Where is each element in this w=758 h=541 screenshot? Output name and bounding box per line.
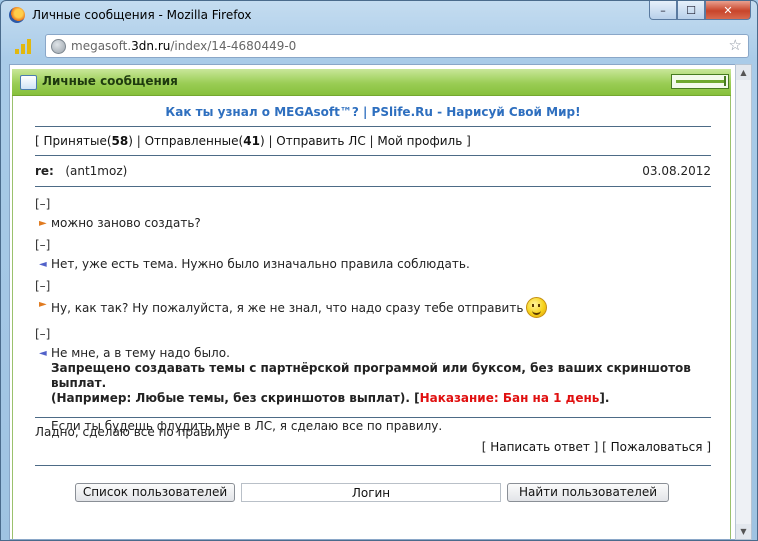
firefox-icon xyxy=(9,7,25,23)
reply-text: Ладно, сделаю все по правилу xyxy=(35,425,231,439)
message-sender: (ant1moz) xyxy=(65,164,128,178)
quote-toggle[interactable]: [–] xyxy=(35,279,711,294)
divider xyxy=(35,155,711,156)
bookmark-star-icon[interactable]: ☆ xyxy=(729,36,742,54)
thread-line: ◄ Не мне, а в тему надо было. xyxy=(39,346,230,360)
window-controls: – ☐ ✕ xyxy=(649,1,751,20)
nav-send-message[interactable]: Отправить ЛС xyxy=(276,134,365,148)
smiley-icon xyxy=(526,297,548,318)
address-row: megasoft.3dn.ru/index/14-4680449-0 ☆ xyxy=(9,33,749,59)
divider xyxy=(35,186,711,187)
users-list-button[interactable]: Список пользователей xyxy=(75,483,235,502)
page-viewport: Личные сообщения Как ты узнал о MEGAsoft… xyxy=(9,64,736,540)
panel-body: Как ты узнал о MEGAsoft™? | PSlife.Ru - … xyxy=(12,96,731,539)
penalty-text: Наказание: Бан на 1 день xyxy=(419,391,600,405)
find-users-button[interactable]: Найти пользователей xyxy=(507,483,669,502)
login-input[interactable] xyxy=(241,483,501,502)
user-search-bar: Список пользователей Найти пользователей xyxy=(35,483,711,507)
mailbox-nav: [ Принятые(58) | Отправленные(41) | Отпр… xyxy=(35,134,471,148)
signal-bars-icon xyxy=(15,38,33,54)
close-button[interactable]: ✕ xyxy=(705,1,751,20)
divider xyxy=(35,465,711,466)
thread-line: ► можно заново создать? xyxy=(39,216,201,230)
divider xyxy=(35,126,711,127)
window-title: Личные сообщения - Mozilla Firefox xyxy=(32,8,252,22)
outgoing-arrow-icon: ► xyxy=(39,218,47,229)
message-actions: [ Написать ответ ] [ Пожаловаться ] xyxy=(481,440,711,454)
url-text: megasoft.3dn.ru/index/14-4680449-0 xyxy=(71,39,297,53)
mail-icon xyxy=(20,75,37,90)
promo-line: Как ты узнал о MEGAsoft™? | PSlife.Ru - … xyxy=(165,105,581,119)
message-date: 03.08.2012 xyxy=(642,164,711,178)
nav-my-profile[interactable]: Мой профиль xyxy=(377,134,462,148)
rules-text: Запрещено создавать темы с партнёрской п… xyxy=(51,361,691,405)
scroll-up-icon[interactable]: ▲ xyxy=(736,65,751,80)
write-reply-link[interactable]: Написать ответ xyxy=(490,440,590,454)
complain-link[interactable]: Пожаловаться xyxy=(611,440,703,454)
message-thread: [–] ► можно заново создать? [–] ◄ Нет, уже… xyxy=(35,197,711,434)
divider xyxy=(35,417,711,418)
panel-collapse-icon[interactable] xyxy=(671,74,729,89)
promo-link-megasoft[interactable]: Как ты узнал о MEGAsoft™? xyxy=(165,105,358,119)
scroll-down-icon[interactable]: ▼ xyxy=(736,524,751,539)
promo-link-pslife[interactable]: PSlife.Ru - Нарисуй Свой Мир! xyxy=(372,105,581,119)
incoming-arrow-icon: ◄ xyxy=(39,348,47,359)
url-bar[interactable]: megasoft.3dn.ru/index/14-4680449-0 ☆ xyxy=(45,34,749,58)
incoming-arrow-icon: ◄ xyxy=(39,259,47,270)
browser-window: Личные сообщения - Mozilla Firefox – ☐ ✕… xyxy=(0,0,758,541)
vertical-scrollbar[interactable]: ▲ ▼ xyxy=(735,64,752,540)
message-header: re: (ant1moz) 03.08.2012 xyxy=(35,164,711,178)
message-subject: re: xyxy=(35,164,54,178)
quote-toggle[interactable]: [–] xyxy=(35,238,711,253)
outgoing-arrow-icon: ► xyxy=(39,299,47,310)
globe-icon xyxy=(51,39,66,54)
maximize-button[interactable]: ☐ xyxy=(677,1,705,20)
title-bar: Личные сообщения - Mozilla Firefox – ☐ ✕ xyxy=(1,1,757,29)
panel-header: Личные сообщения xyxy=(12,69,731,96)
nav-sent[interactable]: Отправленные(41) xyxy=(145,134,265,148)
nav-inbox[interactable]: Принятые(58) xyxy=(44,134,133,148)
panel-title: Личные сообщения xyxy=(42,74,178,88)
quote-toggle[interactable]: [–] xyxy=(35,197,711,212)
thread-line: ► Ну, как так? Ну пожалуйста, я же не зна… xyxy=(35,297,711,318)
quote-toggle[interactable]: [–] xyxy=(35,327,711,342)
thread-line: ◄ Нет, уже есть тема. Нужно было изначаль… xyxy=(39,257,470,271)
minimize-button[interactable]: – xyxy=(649,1,677,20)
